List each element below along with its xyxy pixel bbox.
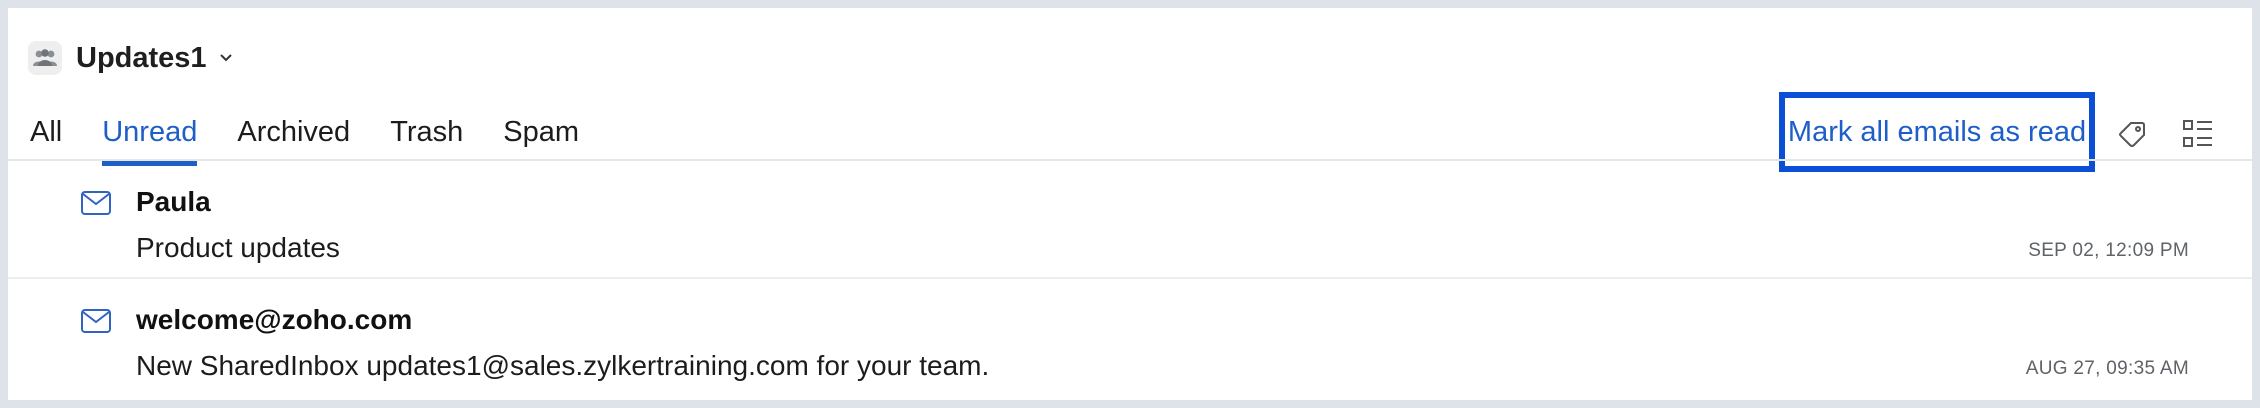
email-sender: welcome@zoho.com [136, 304, 413, 335]
list-view-icon[interactable] [2180, 116, 2216, 152]
tab-unread[interactable]: Unread [102, 106, 198, 166]
email-row[interactable]: welcome@zoho.com New SharedInbox updates… [8, 278, 2252, 394]
email-date: SEP 02, 12:09 PM [2028, 240, 2189, 261]
folder-tabs: All Unread Archived Trash Spam [30, 106, 619, 166]
group-icon [28, 41, 62, 75]
inbox-name: Updates1 [76, 41, 207, 74]
tag-icon[interactable] [2114, 116, 2150, 152]
email-row[interactable]: Paula Product updates SEP 02, 12:09 PM [8, 160, 2252, 276]
tab-all[interactable]: All [30, 106, 62, 166]
tab-spam[interactable]: Spam [503, 106, 579, 166]
email-subject: New SharedInbox updates1@sales.zylkertra… [136, 350, 990, 381]
tab-archived[interactable]: Archived [237, 106, 350, 166]
chevron-down-icon[interactable] [219, 53, 233, 63]
email-date: AUG 27, 09:35 AM [2025, 358, 2189, 379]
envelope-icon [80, 190, 112, 216]
inbox-header[interactable]: Updates1 [28, 38, 233, 78]
shared-inbox-panel: Updates1 All Unread Archived Trash Spam … [8, 8, 2252, 400]
tab-trash[interactable]: Trash [390, 106, 463, 166]
email-subject: Product updates [136, 232, 340, 263]
envelope-icon [80, 308, 112, 334]
email-sender: Paula [136, 186, 211, 217]
